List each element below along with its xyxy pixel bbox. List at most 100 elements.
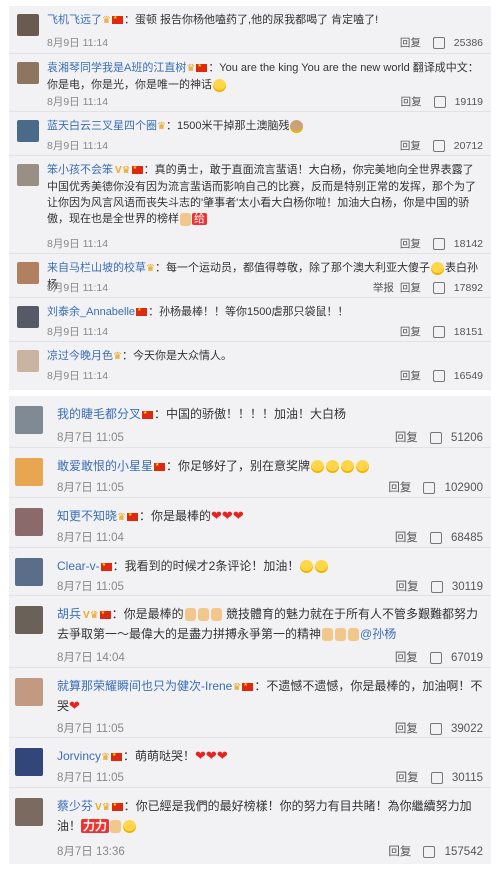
username-link[interactable]: 知更不知晓 [57,509,117,523]
like-button[interactable]: 30119 [425,580,483,593]
reply-button[interactable]: 回复 [388,482,411,494]
username-link[interactable]: 刘泰余_Annabelle [47,306,135,318]
avatar[interactable] [15,678,43,706]
emoji-icon [326,460,340,474]
avatar[interactable] [15,558,43,586]
vip-crown-icon: ♛ [101,752,110,763]
comment-date: 8月7日 13:36 [57,846,125,858]
thumbs-up-icon [432,140,445,153]
comments-panel-top: 飞机飞远了♛：蛋顿 报告你杨他嗑药了,他的尿我都喝了 肯定嗑了! 8月9日 11… [9,6,491,390]
mention-link[interactable]: @孙杨 [360,627,396,641]
comment-date: 8月9日 11:14 [47,326,109,338]
comment-meta: 8月9日 11:14 回复 25386 [47,35,483,50]
username-link[interactable]: 飞机飞远了 [47,14,102,26]
avatar[interactable] [15,798,43,826]
like-button[interactable]: 51206 [424,431,483,444]
reply-button[interactable]: 回复 [395,652,418,664]
comment-text: 胡兵V♛：你是最棒的 競技體育的魅力就在于所有人不管多艱難都努力去爭取第一～最偉… [57,605,483,643]
avatar[interactable] [15,748,43,776]
username-link[interactable]: Jorvincy [57,749,101,763]
like-button[interactable]: 67019 [424,651,483,664]
comment-item: 蔡少芬V♛：你已經是我們的最好榜樣！你的努力有目共睹！為你繼續努力加油！力力 8… [9,788,491,864]
like-button[interactable]: 157542 [417,845,483,858]
like-count: 102900 [444,482,483,494]
like-button[interactable]: 30115 [425,771,483,784]
avatar[interactable] [17,306,39,328]
heart-icon: ❤ [69,698,80,713]
username-link[interactable]: 凉过今晚月色 [47,350,113,362]
comment-meta: 8月9日 11:14 回复 20712 [47,138,483,153]
heart-icon: ❤ [221,508,233,523]
comment-meta: 8月7日 13:36 回复 157542 [57,843,483,859]
comment-meta: 8月9日 11:14 回复 16549 [47,368,483,383]
like-button[interactable]: 102900 [417,481,483,494]
like-button[interactable]: 19119 [428,96,483,109]
comment-content: ：今天你是大众情人。 [121,350,232,362]
thumbs-up-icon [348,628,360,642]
like-button[interactable]: 25386 [427,37,483,50]
like-button[interactable]: 68485 [424,531,483,544]
reply-button[interactable]: 回复 [395,723,418,735]
vip-crown-icon: ♛ [89,610,99,621]
comment-content: ：孙杨最棒！！等你1500虐那只袋鼠！！ [148,306,349,318]
reply-button[interactable]: 回复 [400,140,421,152]
avatar[interactable] [15,406,43,434]
reply-button[interactable]: 回复 [396,772,419,784]
reply-button[interactable]: 回复 [388,846,411,858]
username-link[interactable]: 蓝天白云三叉星四个圈 [47,120,157,132]
verified-icon: V [95,802,102,813]
comment-text: 蔡少芬V♛：你已經是我們的最好榜樣！你的努力有目共睹！為你繼續努力加油！力力 [57,797,483,835]
comment-meta: 8月9日 11:14 回复 18142 [47,236,483,251]
cheer-badge: 力力 [81,819,110,833]
username-link[interactable]: Clear-v- [57,559,100,573]
like-button[interactable]: 39022 [424,722,483,735]
comment-meta: 8月7日 11:05 回复 39022 [57,720,483,736]
like-button[interactable]: 20712 [427,140,483,153]
username-link[interactable]: 袁湘琴同学我是A班的江直树 [47,62,186,74]
username-link[interactable]: 我的睫毛都分叉 [57,407,141,421]
username-link[interactable]: 胡兵 [57,607,81,621]
avatar[interactable] [15,508,43,536]
like-button[interactable]: 16549 [427,370,483,383]
like-count: 17892 [453,282,483,294]
reply-button[interactable]: 回复 [395,532,418,544]
username-link[interactable]: 就算那荣耀瞬间也只为健次-Irene [57,679,232,693]
avatar[interactable] [17,164,39,186]
reply-button[interactable]: 回复 [400,326,421,338]
reply-button[interactable]: 回复 [400,370,421,382]
thumbs-up-icon [432,326,445,339]
reply-button[interactable]: 回复 [396,581,419,593]
reply-button[interactable]: 回复 [400,282,421,294]
comment-item: 蓝天白云三叉星四个圈♛：1500米干掉那土澳脑残 8月9日 11:14 回复 2… [9,112,491,156]
avatar[interactable] [15,458,43,486]
comment-date: 8月9日 11:14 [47,96,109,108]
like-button[interactable]: 18151 [427,326,483,339]
like-button[interactable]: 17892 [427,282,483,295]
like-button[interactable]: 18142 [427,238,483,251]
comment-date: 8月9日 11:14 [47,238,109,250]
thumbs-up-icon [429,651,442,664]
comment-text: 蓝天白云三叉星四个圈♛：1500米干掉那土澳脑残 [47,118,483,135]
username-link[interactable]: 蔡少芬 [57,799,93,813]
comment-text: 就算那荣耀瞬间也只为健次-Irene♛：不遗憾不遗憾，你是最棒的，加油啊！不哭❤ [57,677,483,715]
reply-button[interactable]: 回复 [395,432,418,444]
emoji-icon [356,460,370,474]
avatar[interactable] [17,120,39,142]
username-link[interactable]: 来自马栏山坡的校草 [47,262,146,274]
username-link[interactable]: 笨小孩不会笨 [47,164,113,176]
reply-button[interactable]: 回复 [400,238,421,250]
username-link[interactable]: 敢爱敢恨的小星星 [57,459,153,473]
avatar[interactable] [15,606,43,634]
comment-meta: 8月7日 11:05 回复 51206 [57,429,483,445]
avatar[interactable] [17,350,39,372]
reply-button[interactable]: 回复 [401,96,422,108]
avatar[interactable] [17,14,39,36]
thumbs-up-icon [423,845,436,858]
avatar[interactable] [17,262,39,284]
comment-item: 刘泰余_Annabelle ：孙杨最棒！！等你1500虐那只袋鼠！！ 8月9日 1… [9,298,491,342]
avatar[interactable] [17,62,39,84]
reply-button[interactable]: 回复 [400,37,421,49]
like-count: 30119 [451,581,483,593]
report-button[interactable]: 举报 [373,282,394,294]
emoji-icon [311,460,325,474]
